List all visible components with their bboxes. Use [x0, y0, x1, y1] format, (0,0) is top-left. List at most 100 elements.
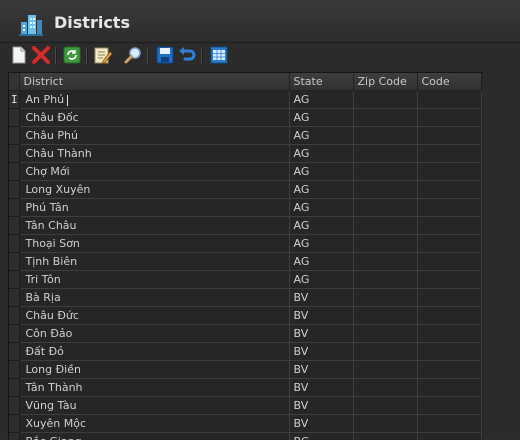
- code-cell[interactable]: [417, 163, 481, 181]
- table-row[interactable]: Tân ChâuAG: [9, 217, 481, 235]
- district-cell[interactable]: Xuyên Mộc: [19, 415, 289, 433]
- zip-code-cell[interactable]: [353, 271, 417, 289]
- state-cell[interactable]: BV: [289, 289, 353, 307]
- zip-code-cell[interactable]: [353, 91, 417, 109]
- row-selector[interactable]: [9, 127, 19, 145]
- state-cell[interactable]: AG: [289, 109, 353, 127]
- row-selector[interactable]: [9, 361, 19, 379]
- zip-code-cell[interactable]: [353, 325, 417, 343]
- table-row[interactable]: Châu ThànhAG: [9, 145, 481, 163]
- zip-code-cell[interactable]: [353, 199, 417, 217]
- code-cell[interactable]: [417, 109, 481, 127]
- zip-code-cell[interactable]: [353, 397, 417, 415]
- column-header-district[interactable]: District: [19, 73, 289, 91]
- zip-code-cell[interactable]: [353, 289, 417, 307]
- state-cell[interactable]: AG: [289, 127, 353, 145]
- magnifier-icon[interactable]: [123, 45, 143, 65]
- district-cell[interactable]: Tân Thành: [19, 379, 289, 397]
- table-row[interactable]: Châu PhúAG: [9, 127, 481, 145]
- zip-code-cell[interactable]: [353, 217, 417, 235]
- delete-x-icon[interactable]: [31, 45, 51, 65]
- district-cell[interactable]: Vũng Tàu: [19, 397, 289, 415]
- state-cell[interactable]: AG: [289, 145, 353, 163]
- code-cell[interactable]: [417, 127, 481, 145]
- table-row[interactable]: Thoại SơnAG: [9, 235, 481, 253]
- row-selector[interactable]: I: [9, 91, 19, 109]
- table-row[interactable]: Đất ĐỏBV: [9, 343, 481, 361]
- district-cell[interactable]: Châu Đức: [19, 307, 289, 325]
- row-selector[interactable]: [9, 217, 19, 235]
- new-document-icon[interactable]: [9, 45, 29, 65]
- table-row[interactable]: Châu ĐốcAG: [9, 109, 481, 127]
- row-selector[interactable]: [9, 109, 19, 127]
- state-cell[interactable]: BV: [289, 343, 353, 361]
- state-cell[interactable]: BV: [289, 307, 353, 325]
- district-cell[interactable]: Tri Tôn: [19, 271, 289, 289]
- grid-icon[interactable]: [209, 45, 229, 65]
- table-row[interactable]: Long XuyênAG: [9, 181, 481, 199]
- state-cell[interactable]: AG: [289, 217, 353, 235]
- state-cell[interactable]: AG: [289, 235, 353, 253]
- code-cell[interactable]: [417, 181, 481, 199]
- code-cell[interactable]: [417, 253, 481, 271]
- district-cell[interactable]: Côn Đảo: [19, 325, 289, 343]
- district-cell[interactable]: Tân Châu: [19, 217, 289, 235]
- state-cell[interactable]: AG: [289, 199, 353, 217]
- table-row[interactable]: Côn ĐảoBV: [9, 325, 481, 343]
- code-cell[interactable]: [417, 343, 481, 361]
- row-selector[interactable]: [9, 325, 19, 343]
- row-selector[interactable]: [9, 379, 19, 397]
- district-cell[interactable]: Phú Tân: [19, 199, 289, 217]
- state-cell[interactable]: AG: [289, 181, 353, 199]
- zip-code-cell[interactable]: [353, 235, 417, 253]
- zip-code-cell[interactable]: [353, 127, 417, 145]
- table-row[interactable]: Châu ĐứcBV: [9, 307, 481, 325]
- state-cell[interactable]: BV: [289, 361, 353, 379]
- zip-code-cell[interactable]: [353, 307, 417, 325]
- zip-code-cell[interactable]: [353, 181, 417, 199]
- zip-code-cell[interactable]: [353, 379, 417, 397]
- district-cell[interactable]: Bà Rịa: [19, 289, 289, 307]
- row-selector[interactable]: [9, 415, 19, 433]
- code-cell[interactable]: [417, 415, 481, 433]
- code-cell[interactable]: [417, 361, 481, 379]
- row-selector[interactable]: [9, 235, 19, 253]
- row-selector[interactable]: [9, 289, 19, 307]
- code-cell[interactable]: [417, 379, 481, 397]
- state-cell[interactable]: BV: [289, 379, 353, 397]
- code-cell[interactable]: [417, 271, 481, 289]
- zip-code-cell[interactable]: [353, 361, 417, 379]
- table-row[interactable]: IAn PhúAG: [9, 91, 481, 109]
- code-cell[interactable]: [417, 235, 481, 253]
- column-header-code[interactable]: Code: [417, 73, 481, 91]
- district-cell[interactable]: Thoại Sơn: [19, 235, 289, 253]
- undo-arrow-icon[interactable]: [177, 45, 197, 65]
- state-cell[interactable]: AG: [289, 91, 353, 109]
- edit-pencil-icon[interactable]: [93, 45, 113, 65]
- state-cell[interactable]: BV: [289, 415, 353, 433]
- zip-code-cell[interactable]: [353, 415, 417, 433]
- save-disk-icon[interactable]: [155, 45, 175, 65]
- refresh-icon[interactable]: [62, 45, 82, 65]
- zip-code-cell[interactable]: [353, 163, 417, 181]
- row-selector[interactable]: [9, 271, 19, 289]
- district-cell[interactable]: Châu Phú: [19, 127, 289, 145]
- code-cell[interactable]: [417, 307, 481, 325]
- code-cell[interactable]: [417, 217, 481, 235]
- row-selector[interactable]: [9, 343, 19, 361]
- district-cell[interactable]: Chợ Mới: [19, 163, 289, 181]
- district-cell[interactable]: Long Điền: [19, 361, 289, 379]
- code-cell[interactable]: [417, 325, 481, 343]
- district-cell[interactable]: An Phú: [19, 91, 289, 109]
- district-cell[interactable]: Châu Đốc: [19, 109, 289, 127]
- state-cell[interactable]: BV: [289, 397, 353, 415]
- table-row[interactable]: Tịnh BiênAG: [9, 253, 481, 271]
- column-header-state[interactable]: State: [289, 73, 353, 91]
- zip-code-cell[interactable]: [353, 253, 417, 271]
- district-cell[interactable]: Đất Đỏ: [19, 343, 289, 361]
- table-row[interactable]: Phú TânAG: [9, 199, 481, 217]
- state-cell[interactable]: AG: [289, 163, 353, 181]
- zip-code-cell[interactable]: [353, 343, 417, 361]
- state-cell[interactable]: AG: [289, 253, 353, 271]
- code-cell[interactable]: [417, 145, 481, 163]
